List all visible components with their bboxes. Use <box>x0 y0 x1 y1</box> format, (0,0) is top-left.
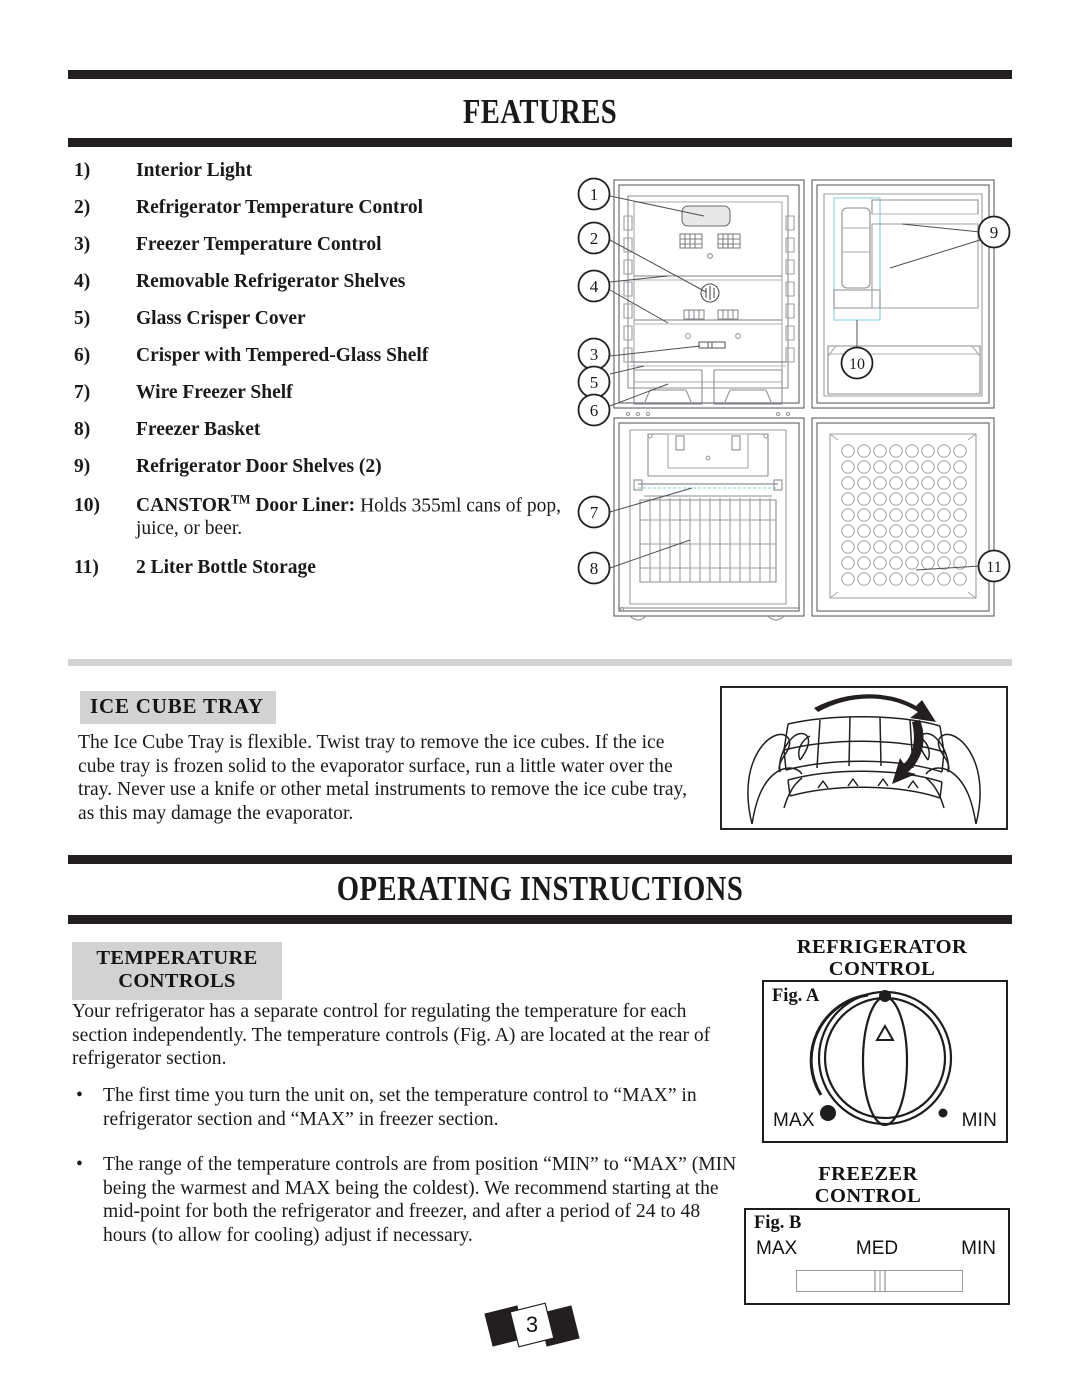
list-item: • The first time you turn the unit on, s… <box>72 1084 744 1131</box>
svg-text:11: 11 <box>986 559 1001 576</box>
feature-number: 8) <box>74 419 91 440</box>
page-title-operating: OPERATING INSTRUCTIONS <box>336 869 744 908</box>
manual-page: FEATURES 1) Interior Light 2) Refrigerat… <box>0 0 1080 1397</box>
list-item: 2) Refrigerator Temperature Control <box>74 197 574 220</box>
temperature-controls-paragraph: Your refrigerator has a separate control… <box>72 1001 711 1069</box>
bullet-text: The range of the temperature controls ar… <box>103 1154 737 1246</box>
page-number: 3 <box>525 1312 539 1337</box>
feature-label: Freezer Basket <box>136 419 261 440</box>
feature-number: 5) <box>74 308 91 329</box>
refrigerator-control-heading-line1: REFRIGERATOR <box>796 936 968 958</box>
slider-thumb[interactable] <box>874 1271 885 1291</box>
feature-label: Crisper with Tempered-Glass Shelf <box>136 345 429 366</box>
freezer-control-figure: Fig. B MAX MED MIN <box>744 1208 1010 1305</box>
svg-text:10: 10 <box>849 356 865 373</box>
list-item: 9) Refrigerator Door Shelves (2) <box>74 456 574 479</box>
slider-max-label: MAX <box>756 1238 798 1259</box>
freezer-control-heading-line1: FREEZER <box>818 1163 918 1185</box>
svg-text:5: 5 <box>590 373 599 392</box>
list-item: 1) Interior Light <box>74 160 574 183</box>
refrigerator-control-figure: Fig. A MAX MIN <box>762 980 1008 1143</box>
trademark-mark: TM <box>231 493 251 507</box>
refrigerator-knob-dial[interactable] <box>764 982 1006 1141</box>
list-item: 11) 2 Liter Bottle Storage <box>74 557 574 580</box>
temperature-controls-heading: TEMPERATURE CONTROLS <box>72 942 282 1000</box>
features-list: 1) Interior Light 2) Refrigerator Temper… <box>74 160 574 594</box>
feature-number: 2) <box>74 197 91 218</box>
temperature-controls-bullets: • The first time you turn the unit on, s… <box>72 1084 744 1269</box>
operating-rule-bottom <box>68 915 1012 924</box>
feature-label: Wire Freezer Shelf <box>136 382 293 403</box>
list-item: 3) Freezer Temperature Control <box>74 234 574 257</box>
svg-text:4: 4 <box>590 277 599 296</box>
feature-number: 3) <box>74 234 91 255</box>
feature-label: Glass Crisper Cover <box>136 308 306 329</box>
svg-text:7: 7 <box>590 503 599 522</box>
feature-label: Freezer Temperature Control <box>136 234 382 255</box>
slider-min-label: MIN <box>961 1238 996 1259</box>
feature-label: Interior Light <box>136 160 253 181</box>
bullet-marker: • <box>76 1154 83 1175</box>
feature-number: 9) <box>74 456 91 477</box>
ice-cube-tray-heading: ICE CUBE TRAY <box>80 691 276 724</box>
features-rule-bottom <box>68 138 1012 147</box>
features-rule-top <box>68 70 1012 79</box>
feature-number: 6) <box>74 345 91 366</box>
feature-label: 2 Liter Bottle Storage <box>136 556 316 578</box>
temperature-controls-heading-line2: CONTROLS <box>118 969 236 992</box>
refrigerator-diagram: 1 2 4 3 5 6 7 8 9 10 11 <box>572 168 1016 638</box>
svg-text:8: 8 <box>590 559 599 578</box>
page-number-mark: 3 <box>482 1297 582 1353</box>
svg-text:1: 1 <box>590 185 599 204</box>
ice-tray-twist-illustration <box>720 686 1008 830</box>
feature-number: 1) <box>74 160 91 181</box>
freezer-control-heading-line2: CONTROL <box>814 1184 922 1207</box>
freezer-control-slider[interactable] <box>796 1270 963 1292</box>
feature-number: 4) <box>74 271 91 292</box>
feature-number: 10) <box>74 495 100 517</box>
feature-label: Refrigerator Door Shelves (2) <box>136 456 382 477</box>
section-separator <box>68 659 1012 666</box>
bullet-marker: • <box>76 1085 83 1106</box>
list-item: 5) Glass Crisper Cover <box>74 308 574 331</box>
freezer-control-heading: FREEZER CONTROL <box>742 1163 994 1207</box>
feature-number: 7) <box>74 382 91 403</box>
svg-text:6: 6 <box>590 401 599 420</box>
list-item: 6) Crisper with Tempered-Glass Shelf <box>74 345 574 368</box>
list-item: 7) Wire Freezer Shelf <box>74 382 574 405</box>
svg-text:9: 9 <box>990 223 999 242</box>
feature-label-rest: Door Liner: <box>250 495 356 517</box>
figure-b-label: Fig. B <box>754 1213 802 1233</box>
ice-cube-tray-paragraph: The Ice Cube Tray is flexible. Twist tra… <box>78 732 687 824</box>
refrigerator-control-heading-line2: CONTROL <box>828 957 936 980</box>
list-item: 8) Freezer Basket <box>74 419 574 442</box>
feature-number: 11) <box>74 556 99 578</box>
list-item: 10) CANSTORTM Door Liner: Holds 355ml ca… <box>74 493 574 541</box>
list-item: 4) Removable Refrigerator Shelves <box>74 271 574 294</box>
list-item: • The range of the temperature controls … <box>72 1153 744 1247</box>
svg-text:2: 2 <box>590 229 599 248</box>
slider-med-label: MED <box>855 1238 899 1259</box>
page-title-features: FEATURES <box>462 92 618 131</box>
operating-rule-top <box>68 855 1012 864</box>
feature-label: Removable Refrigerator Shelves <box>136 271 406 292</box>
svg-text:3: 3 <box>590 345 599 364</box>
bullet-text: The first time you turn the unit on, set… <box>103 1085 697 1130</box>
temperature-controls-heading-line1: TEMPERATURE <box>96 947 258 969</box>
feature-label: Refrigerator Temperature Control <box>136 197 424 218</box>
feature-label-brand: CANSTOR <box>136 495 231 517</box>
refrigerator-control-heading: REFRIGERATOR CONTROL <box>756 936 1008 980</box>
